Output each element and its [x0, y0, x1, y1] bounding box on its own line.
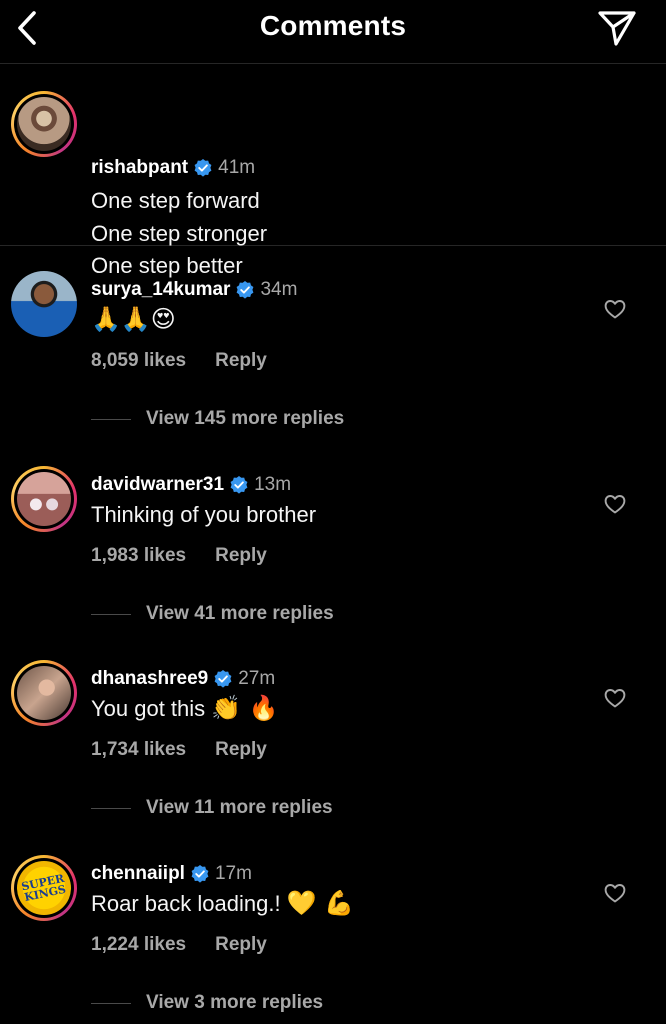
view-replies-button[interactable]: View 3 more replies: [91, 992, 323, 1014]
comment-text: 🙏🙏😍: [91, 305, 176, 333]
comments-screen: Comments rishabpant 41m One step forward…: [0, 0, 666, 1024]
username[interactable]: surya_14kumar: [91, 279, 230, 301]
page-title: Comments: [259, 10, 407, 41]
comment-actions: 1,224 likes Reply: [91, 934, 267, 956]
username[interactable]: davidwarner31: [91, 474, 224, 496]
timestamp: 27m: [238, 668, 276, 689]
reply-button[interactable]: Reply: [215, 739, 267, 761]
view-replies-label: View 11 more replies: [146, 797, 333, 818]
comment-body: Roar back loading.!: [91, 891, 287, 916]
verified-badge-icon: [237, 281, 254, 299]
comment-body: You got this: [91, 696, 212, 721]
likes-count[interactable]: 1,983 likes: [91, 545, 186, 567]
view-replies-button[interactable]: View 145 more replies: [91, 408, 344, 430]
likes-count[interactable]: 1,224 likes: [91, 934, 186, 956]
heart-icon[interactable]: [603, 686, 627, 710]
caption-meta: rishabpant 41m: [91, 157, 255, 179]
reply-button[interactable]: Reply: [215, 934, 267, 956]
comment-emojis: 🙏🙏😍: [91, 305, 176, 333]
view-replies-label: View 145 more replies: [146, 408, 345, 429]
divider-line: [91, 418, 131, 420]
username[interactable]: rishabpant: [91, 157, 188, 179]
username[interactable]: chennaiipl: [91, 863, 185, 885]
caption-line: One step stronger: [91, 220, 268, 246]
heart-icon[interactable]: [603, 492, 627, 516]
verified-badge-icon: [230, 476, 248, 494]
timestamp: 17m: [214, 863, 252, 884]
likes-count[interactable]: 8,059 likes: [91, 350, 186, 372]
divider-line: [91, 613, 131, 615]
comment-item: surya_14kumar 34m 🙏🙏😍 8,059 likes Reply …: [0, 267, 666, 457]
comment-actions: 1,734 likes Reply: [91, 739, 267, 761]
avatar[interactable]: [11, 660, 77, 726]
header-bar: Comments: [0, 0, 666, 64]
heart-icon[interactable]: [603, 297, 627, 321]
avatar[interactable]: SUPER KINGS: [11, 855, 77, 921]
comment-body: Thinking of you brother: [91, 502, 317, 527]
comment-meta: surya_14kumar 34m: [91, 279, 297, 301]
avatar[interactable]: [11, 271, 77, 337]
comment-text: Thinking of you brother: [91, 500, 316, 528]
paper-plane-icon: [598, 11, 636, 46]
divider-line: [91, 1002, 131, 1004]
view-replies-label: View 3 more replies: [146, 992, 324, 1013]
view-replies-button[interactable]: View 41 more replies: [91, 603, 334, 625]
verified-badge-icon: [191, 865, 209, 883]
timestamp: 41m: [218, 157, 256, 178]
timestamp: 34m: [260, 279, 298, 300]
avatar-image: [17, 97, 71, 151]
comment-text: You got this 👏 🔥: [91, 694, 279, 722]
reply-button[interactable]: Reply: [215, 350, 267, 372]
view-replies-label: View 41 more replies: [146, 603, 334, 624]
avatar-image: SUPER KINGS: [17, 861, 71, 915]
timestamp: 13m: [254, 474, 292, 495]
comment-item: dhanashree9 27m You got this 👏 🔥 1,734 l…: [0, 656, 666, 846]
comment-item: SUPER KINGS chennaiipl 17m Roar back loa…: [0, 851, 666, 1024]
likes-count[interactable]: 1,734 likes: [91, 739, 186, 761]
verified-badge-icon: [194, 159, 212, 177]
share-button[interactable]: [596, 8, 640, 48]
comment-emojis: 👏 🔥: [211, 694, 279, 722]
avatar-image: [11, 271, 77, 337]
caption-line: One step forward: [91, 188, 260, 213]
comment-actions: 8,059 likes Reply: [91, 350, 267, 372]
post-caption: rishabpant 41m One step forward One step…: [0, 65, 666, 278]
username[interactable]: dhanashree9: [91, 668, 208, 690]
comment-text: Roar back loading.! 💛 💪: [91, 889, 354, 917]
comment-item: davidwarner31 13m Thinking of you brothe…: [0, 462, 666, 652]
csk-logo: SUPER KINGS: [20, 871, 68, 905]
comment-emojis: 💛 💪: [286, 889, 355, 917]
comment-meta: dhanashree9 27m: [91, 668, 275, 690]
avatar-image: [17, 666, 71, 720]
avatar[interactable]: [11, 466, 77, 532]
divider-line: [91, 807, 131, 809]
view-replies-button[interactable]: View 11 more replies: [91, 797, 333, 819]
reply-button[interactable]: Reply: [215, 545, 267, 567]
comment-meta: davidwarner31 13m: [91, 474, 291, 496]
verified-badge-icon: [214, 670, 232, 688]
heart-icon[interactable]: [603, 881, 627, 905]
comment-meta: chennaiipl 17m: [91, 863, 252, 885]
comment-actions: 1,983 likes Reply: [91, 545, 267, 567]
avatar[interactable]: [11, 91, 77, 157]
avatar-image: [17, 472, 71, 526]
